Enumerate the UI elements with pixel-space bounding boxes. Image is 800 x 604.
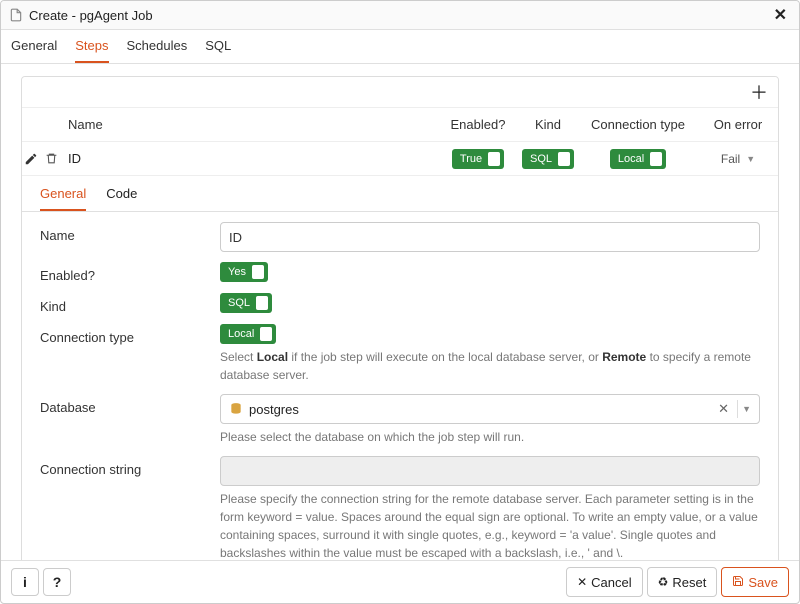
cell-onerror-select[interactable]: Fail▼ [721, 152, 755, 166]
grid-row: ID True SQL Local Fail▼ [22, 142, 778, 176]
cell-enabled-toggle[interactable]: True [452, 149, 504, 169]
col-err: On error [698, 117, 778, 132]
conn-label: Connection type [40, 324, 220, 345]
save-icon [732, 575, 744, 590]
tab-general[interactable]: General [11, 30, 57, 63]
main-tabs: General Steps Schedules SQL [1, 30, 799, 64]
chevron-down-icon[interactable]: ▼ [742, 404, 751, 414]
reset-button[interactable]: ♻Reset [647, 567, 718, 597]
database-icon [229, 402, 243, 416]
conn-help: Select Local if the job step will execut… [220, 348, 760, 384]
step-form: Name Enabled? Yes Kind SQL Connection ty… [22, 212, 778, 560]
cell-conn-toggle[interactable]: Local [610, 149, 666, 169]
kind-toggle[interactable]: SQL [220, 293, 272, 313]
tab-schedules[interactable]: Schedules [127, 30, 188, 63]
connstr-input [220, 456, 760, 486]
dialog: Create - pgAgent Job ✕ General Steps Sch… [0, 0, 800, 604]
database-label: Database [40, 394, 220, 415]
subtab-general[interactable]: General [40, 180, 86, 211]
subtab-code[interactable]: Code [106, 180, 137, 211]
info-button[interactable]: i [11, 568, 39, 596]
dialog-footer: i ? ✕Cancel ♻Reset Save [1, 560, 799, 603]
x-icon: ✕ [577, 575, 587, 589]
col-conn: Connection type [578, 117, 698, 132]
step-subtabs: General Code [22, 176, 778, 212]
database-help: Please select the database on which the … [220, 428, 760, 446]
file-icon [9, 8, 23, 22]
cell-kind-toggle[interactable]: SQL [522, 149, 574, 169]
titlebar: Create - pgAgent Job ✕ [1, 1, 799, 30]
name-input[interactable] [220, 222, 760, 252]
cancel-button[interactable]: ✕Cancel [566, 567, 643, 597]
help-button[interactable]: ? [43, 568, 71, 596]
database-value: postgres [249, 402, 299, 417]
col-enabled: Enabled? [438, 117, 518, 132]
connstr-label: Connection string [40, 456, 220, 477]
conn-toggle[interactable]: Local [220, 324, 276, 344]
enabled-toggle[interactable]: Yes [220, 262, 268, 282]
grid-header: Name Enabled? Kind Connection type On er… [22, 108, 778, 142]
close-button[interactable]: ✕ [770, 5, 791, 25]
enabled-label: Enabled? [40, 262, 220, 283]
content-area: ＋ Name Enabled? Kind Connection type On … [1, 64, 799, 560]
edit-row-button[interactable] [23, 151, 39, 167]
connstr-help: Please specify the connection string for… [220, 490, 760, 560]
col-kind: Kind [518, 117, 578, 132]
steps-grid: ＋ Name Enabled? Kind Connection type On … [21, 76, 779, 560]
save-button[interactable]: Save [721, 567, 789, 597]
recycle-icon: ♻ [658, 575, 669, 589]
kind-label: Kind [40, 293, 220, 314]
name-label: Name [40, 222, 220, 243]
tab-sql[interactable]: SQL [205, 30, 231, 63]
tab-steps[interactable]: Steps [75, 30, 108, 63]
delete-row-button[interactable] [43, 151, 59, 167]
add-step-button[interactable]: ＋ [744, 79, 774, 105]
clear-icon[interactable]: ✕ [714, 401, 733, 417]
dialog-title: Create - pgAgent Job [29, 8, 770, 23]
col-name: Name [60, 117, 438, 132]
cell-name[interactable]: ID [60, 151, 438, 166]
database-select[interactable]: postgres ✕ ▼ [220, 394, 760, 424]
